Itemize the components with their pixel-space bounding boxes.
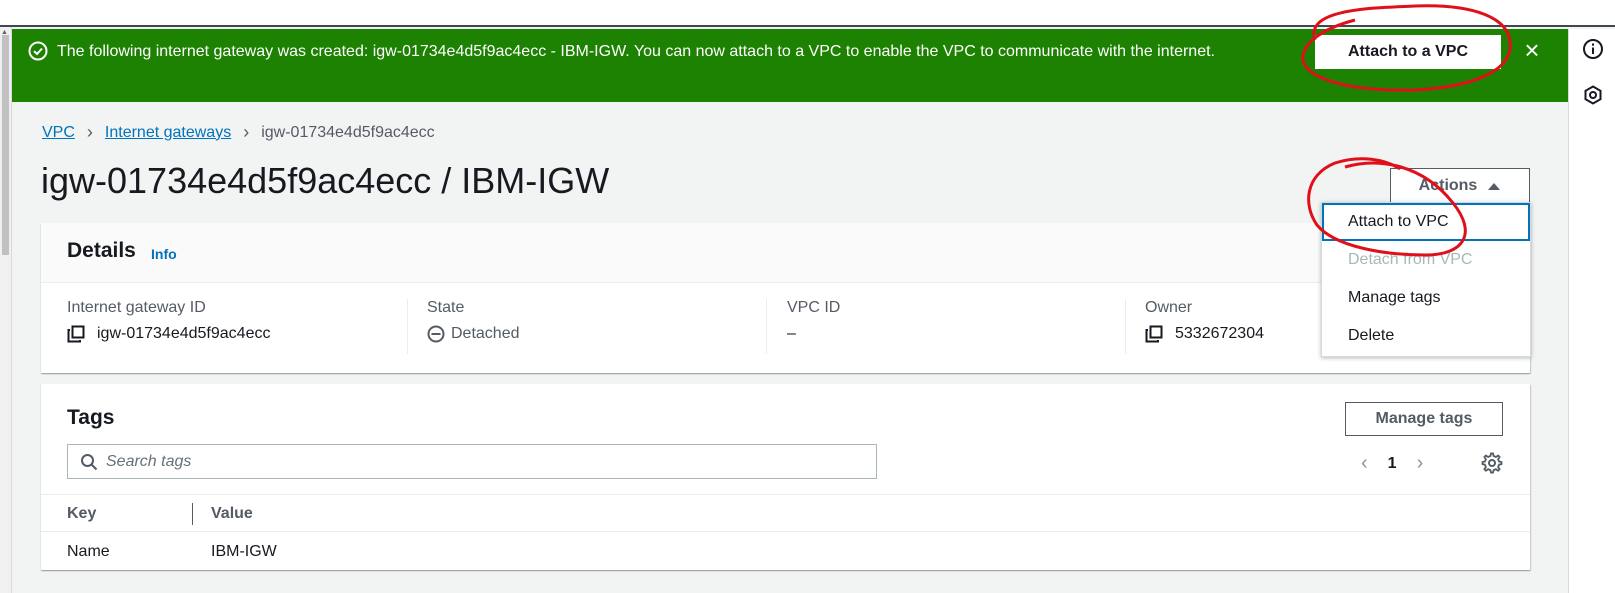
menu-item-delete[interactable]: Delete xyxy=(1322,317,1530,355)
column-header-value[interactable]: Value xyxy=(211,505,253,523)
search-tags-input[interactable] xyxy=(106,445,866,478)
owner-field: Owner 5332672304 xyxy=(1145,299,1264,343)
state-field: State Detached xyxy=(427,299,520,343)
manage-tags-button[interactable]: Manage tags xyxy=(1345,402,1503,436)
menu-item-manage-tags[interactable]: Manage tags xyxy=(1322,279,1530,317)
field-label: Owner xyxy=(1145,299,1193,316)
field-value: 5332672304 xyxy=(1175,325,1264,342)
field-label: State xyxy=(427,299,465,316)
column-resize-handle[interactable] xyxy=(192,503,193,525)
column-header-key[interactable]: Key xyxy=(67,505,96,523)
copy-icon[interactable] xyxy=(67,325,85,343)
field-value: – xyxy=(787,325,796,342)
copy-icon[interactable] xyxy=(1145,325,1163,343)
tag-key-cell: Name xyxy=(67,543,110,560)
info-icon[interactable] xyxy=(1582,38,1604,60)
breadcrumb-current: igw-01734e4d5f9ac4ecc xyxy=(261,123,435,141)
search-icon xyxy=(81,454,98,471)
page-title: igw-01734e4d5f9ac4ecc / IBM-IGW xyxy=(41,160,610,201)
column-divider xyxy=(1125,299,1126,354)
flash-message: The following internet gateway was creat… xyxy=(57,43,1215,60)
success-flash-banner: The following internet gateway was creat… xyxy=(12,29,1568,102)
menu-item-attach-to-vpc[interactable]: Attach to VPC xyxy=(1322,203,1530,241)
actions-button[interactable]: Actions xyxy=(1390,168,1530,203)
gear-icon[interactable] xyxy=(1481,452,1503,474)
field-value: Detached xyxy=(451,325,520,342)
stopped-status-icon xyxy=(427,325,445,343)
table-row: Name IBM-IGW xyxy=(41,532,1530,570)
menu-item-detach-from-vpc: Detach from VPC xyxy=(1348,251,1473,268)
tags-title: Tags xyxy=(67,406,115,429)
details-panel: Details Info Internet gateway ID igw-017… xyxy=(41,223,1530,373)
chevron-right-icon: › xyxy=(86,122,93,142)
pagination: ‹ 1 › xyxy=(1361,452,1423,475)
breadcrumb: VPC › Internet gateways › igw-01734e4d5f… xyxy=(42,122,435,143)
breadcrumb-internet-gateways-link[interactable]: Internet gateways xyxy=(105,124,231,142)
left-scrollbar[interactable]: ▲ xyxy=(0,27,12,593)
page-number[interactable]: 1 xyxy=(1388,455,1397,473)
tag-value-cell: IBM-IGW xyxy=(211,543,277,560)
info-link[interactable]: Info xyxy=(151,246,177,262)
details-header: Details Info xyxy=(41,223,1530,283)
vpc-id-field: VPC ID – xyxy=(787,299,840,343)
actions-dropdown-menu: Attach to VPC Detach from VPC Manage tag… xyxy=(1321,202,1531,357)
internet-gateway-id-field: Internet gateway ID igw-01734e4d5f9ac4ec… xyxy=(67,299,270,343)
scrollbar-thumb[interactable] xyxy=(2,35,9,255)
details-title: Details xyxy=(67,239,136,262)
field-label: VPC ID xyxy=(787,299,841,316)
column-divider xyxy=(766,299,767,354)
tags-panel: Tags Manage tags ‹ 1 › Key Value Name IB… xyxy=(41,384,1530,570)
tags-table-header: Key Value xyxy=(41,494,1530,532)
chevron-left-icon[interactable]: ‹ xyxy=(1361,452,1368,475)
close-icon[interactable]: × xyxy=(1520,37,1544,63)
field-label: Internet gateway ID xyxy=(67,299,206,316)
success-check-icon xyxy=(28,41,48,61)
attach-to-vpc-flash-button[interactable]: Attach to a VPC xyxy=(1315,35,1501,69)
hexagon-icon[interactable] xyxy=(1582,84,1604,106)
caret-up-icon xyxy=(1488,182,1501,190)
column-divider xyxy=(407,299,408,354)
top-strip xyxy=(0,0,1615,27)
field-value: igw-01734e4d5f9ac4ecc xyxy=(97,325,271,342)
chevron-right-icon[interactable]: › xyxy=(1417,452,1424,475)
right-utility-bar xyxy=(1568,29,1615,593)
search-tags-box xyxy=(67,444,877,479)
chevron-right-icon: › xyxy=(243,122,250,142)
actions-label: Actions xyxy=(1418,176,1478,194)
breadcrumb-vpc-link[interactable]: VPC xyxy=(42,124,75,142)
